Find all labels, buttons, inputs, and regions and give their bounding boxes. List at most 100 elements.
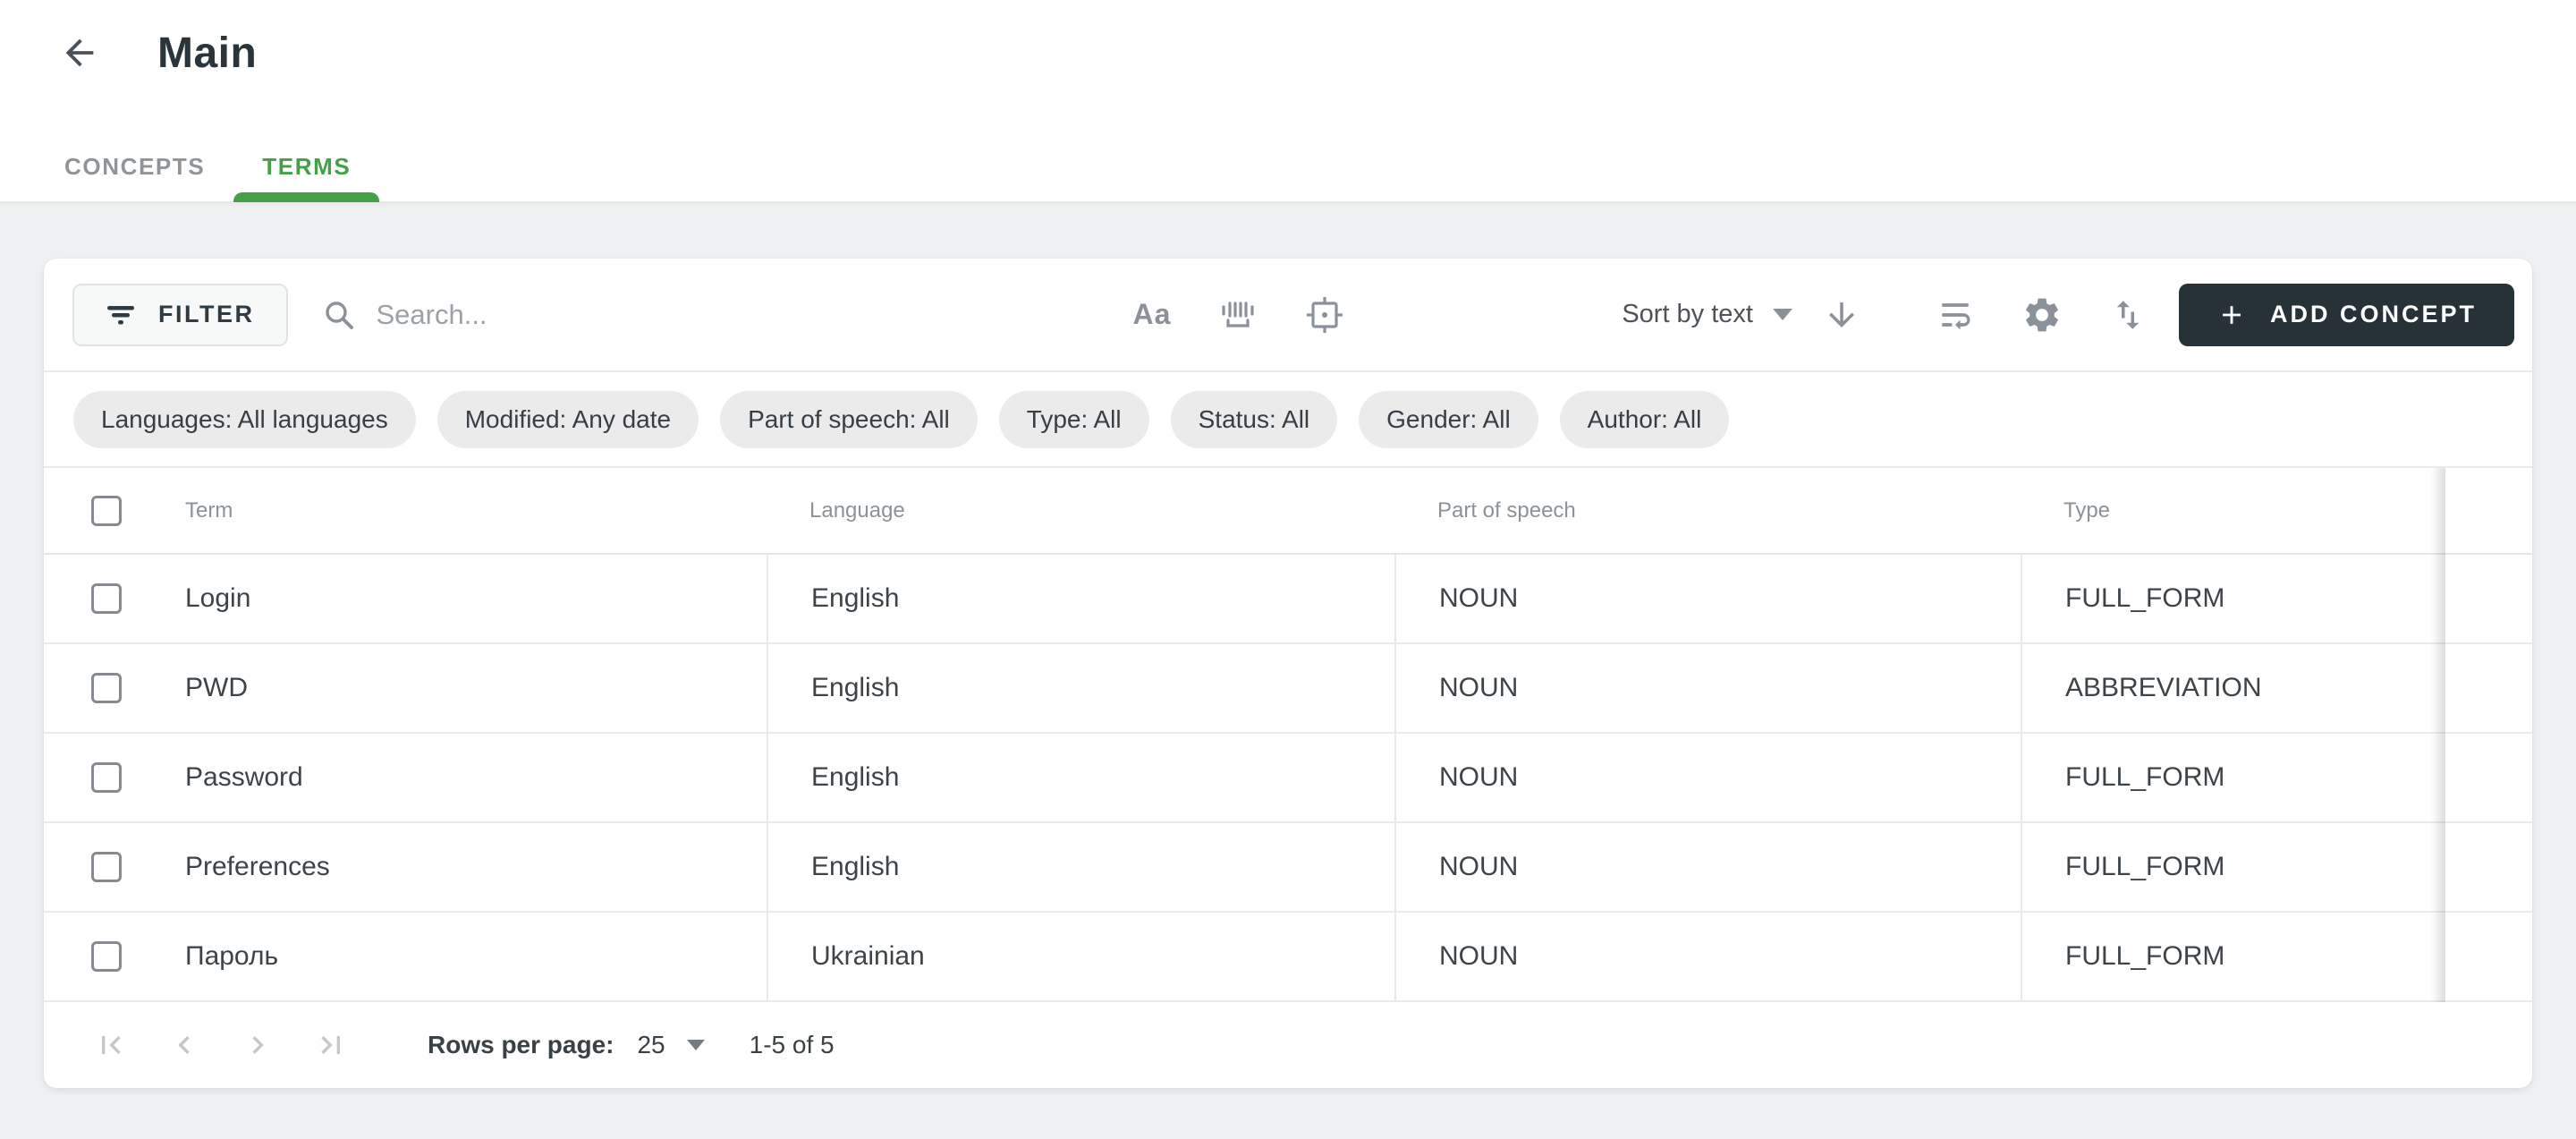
sort-direction-button[interactable] [1823,296,1860,334]
search-input[interactable] [376,299,1091,331]
page-range-label: 1-5 of 5 [750,1031,835,1059]
term-cell: Preferences [44,823,767,911]
swap-vertical-icon[interactable] [2109,296,2147,334]
type-value: FULL_FORM [2065,941,2224,972]
type-cell: FULL_FORM [2021,555,2445,642]
row-checkbox[interactable] [91,673,122,703]
rows-per-page-select[interactable]: 25 [637,1031,704,1059]
pagination-bar: Rows per page: 25 1-5 of 5 [44,1002,2532,1088]
type-value: FULL_FORM [2065,852,2224,882]
table-header: Term Language Part of speech Type [44,468,2532,555]
header-cell-type: Type [2021,468,2445,553]
filter-button[interactable]: FILTER [72,284,288,346]
tab-concepts[interactable]: CONCEPTS [36,132,233,201]
filler-cell [2445,823,2532,911]
page-header: Main CONCEPTS TERMS [0,0,2576,202]
filter-chip[interactable]: Type: All [999,391,1149,448]
wrap-text-icon[interactable] [1936,295,1975,335]
focus-frame-icon[interactable] [1305,295,1344,335]
row-checkbox[interactable] [91,583,122,614]
filter-chip[interactable]: Status: All [1171,391,1338,448]
filter-chip-label: Languages: All languages [101,405,388,434]
first-page-icon [93,1027,129,1063]
table-row[interactable]: PWD English NOUN ABBREVIATION [44,644,2532,734]
sort-label: Sort by text [1622,300,1753,329]
filter-chip[interactable]: Part of speech: All [720,391,978,448]
arrow-left-icon [59,32,100,73]
term-cell: Пароль [44,913,767,1000]
back-button[interactable] [55,29,104,77]
table-row[interactable]: Login English NOUN FULL_FORM [44,555,2532,644]
add-concept-label: ADD CONCEPT [2270,301,2477,328]
part-of-speech-cell: NOUN [1394,734,2021,821]
page-title: Main [157,29,257,78]
table-row[interactable]: Пароль Ukrainian NOUN FULL_FORM [44,913,2532,1002]
column-label-language: Language [809,498,905,523]
filter-button-label: FILTER [158,301,254,328]
term-value: PWD [185,673,248,703]
language-cell: Ukrainian [767,913,1394,1000]
filter-chip-label: Gender: All [1386,405,1511,434]
next-page-button[interactable] [240,1027,275,1063]
filter-chip-label: Part of speech: All [748,405,950,434]
filter-chip[interactable]: Gender: All [1359,391,1538,448]
filter-chip[interactable]: Languages: All languages [73,391,416,448]
chevron-left-icon [166,1027,202,1063]
part-of-speech-value: NOUN [1439,852,1518,882]
part-of-speech-value: NOUN [1439,673,1518,703]
table-row[interactable]: Preferences English NOUN FULL_FORM [44,823,2532,913]
toolbar: FILTER Aa [44,259,2532,372]
term-cell: PWD [44,644,767,732]
row-checkbox[interactable] [91,852,122,882]
language-value: English [811,583,899,614]
header-cell-filler [2445,468,2532,553]
match-case-icon[interactable]: Aa [1132,298,1171,331]
row-checkbox[interactable] [91,762,122,793]
type-value: FULL_FORM [2065,583,2224,614]
settings-gear-icon[interactable] [2021,294,2063,336]
whole-word-icon[interactable] [1219,299,1257,331]
filter-chips-row: Languages: All languages Modified: Any d… [44,372,2532,468]
select-all-checkbox[interactable] [91,496,122,526]
header-cell-part-of-speech: Part of speech [1394,468,2021,553]
filter-chip-label: Modified: Any date [465,405,671,434]
sort-dropdown[interactable]: Sort by text [1622,300,1792,329]
column-label-term: Term [185,498,233,523]
filter-chip[interactable]: Author: All [1560,391,1730,448]
last-page-button[interactable] [313,1027,349,1063]
term-cell: Password [44,734,767,821]
terms-card: FILTER Aa [44,259,2532,1088]
language-value: English [811,852,899,882]
term-value: Login [185,583,250,614]
part-of-speech-value: NOUN [1439,762,1518,793]
part-of-speech-cell: NOUN [1394,823,2021,911]
header-cell-language: Language [767,468,1394,553]
table-row[interactable]: Password English NOUN FULL_FORM [44,734,2532,823]
tab-terms-label: TERMS [262,153,351,181]
filter-chip-label: Status: All [1199,405,1310,434]
row-checkbox[interactable] [91,941,122,972]
rows-per-page-caret-icon [687,1040,705,1050]
language-cell: English [767,555,1394,642]
type-value: ABBREVIATION [2065,673,2262,703]
filler-cell [2445,913,2532,1000]
tab-terms[interactable]: TERMS [233,132,379,201]
type-cell: FULL_FORM [2021,823,2445,911]
rows-per-page-label: Rows per page: [428,1031,614,1059]
filter-chip[interactable]: Modified: Any date [437,391,699,448]
filter-chip-label: Type: All [1027,405,1122,434]
rows-per-page-value: 25 [637,1031,665,1059]
part-of-speech-cell: NOUN [1394,913,2021,1000]
filter-list-icon [106,302,135,327]
filter-chip-label: Author: All [1588,405,1702,434]
first-page-button[interactable] [93,1027,129,1063]
add-concept-button[interactable]: ADD CONCEPT [2179,284,2514,346]
type-cell: FULL_FORM [2021,734,2445,821]
filler-cell [2445,734,2532,821]
language-cell: English [767,734,1394,821]
table-body: Login English NOUN FULL_FORM PWD [44,555,2532,1002]
arrow-drop-down-icon [1773,309,1792,320]
previous-page-button[interactable] [166,1027,202,1063]
term-value: Пароль [185,941,278,972]
tab-concepts-label: CONCEPTS [64,153,205,181]
